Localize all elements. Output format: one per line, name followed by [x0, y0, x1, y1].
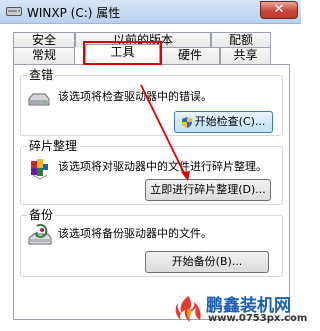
window-icon	[6, 7, 22, 16]
watermark: 鹏鑫装机网 www.0753px.com	[170, 290, 307, 331]
tab-security[interactable]: 安全	[13, 32, 75, 47]
tab-label: 共享	[233, 48, 258, 62]
shield-icon	[181, 116, 192, 128]
tools-panel: 查错 该选项将检查驱动器中的错误。 开始检查(C)... 碎片整理 该选项将对驱…	[13, 64, 290, 320]
start-backup-button[interactable]: 开始备份(B)...	[145, 251, 269, 273]
close-button[interactable]: ✕	[260, 1, 298, 19]
start-backup-label: 开始备份(B)...	[171, 255, 243, 268]
drive-icon	[28, 93, 50, 106]
tab-hardware[interactable]: 硬件	[160, 47, 220, 64]
close-icon: ✕	[273, 2, 285, 17]
tab-label: 常规	[31, 48, 56, 62]
highlight-box	[83, 41, 162, 65]
watermark-logo	[175, 296, 201, 322]
tab-label: 安全	[31, 33, 56, 47]
window-title: WINXP (C:) 属性	[27, 6, 121, 20]
defrag-description: 该选项将对驱动器中的文件进行碎片整理。	[58, 160, 267, 173]
tab-sharing[interactable]: 共享	[220, 47, 271, 64]
title-bar: WINXP (C:) 属性 ✕	[0, 0, 301, 24]
tab-general[interactable]: 常规	[13, 47, 75, 64]
tab-quota[interactable]: 配额	[211, 32, 271, 47]
start-check-label: 开始检查(C)...	[194, 115, 266, 128]
defrag-now-button[interactable]: 立即进行碎片整理(D)...	[145, 179, 271, 201]
error-check-description: 该选项将检查驱动器中的错误。	[58, 90, 212, 103]
backup-description: 该选项将备份驱动器中的文件。	[58, 227, 212, 240]
tab-label: 配额	[228, 33, 253, 47]
error-check-heading: 查错	[27, 68, 56, 82]
defrag-icon	[31, 159, 48, 180]
defrag-now-label: 立即进行碎片整理(D)...	[150, 183, 266, 196]
tab-label: 硬件	[177, 48, 202, 62]
watermark-url: www.0753px.com	[208, 313, 308, 324]
backup-icon	[28, 224, 52, 245]
defrag-heading: 碎片整理	[27, 139, 80, 153]
backup-heading: 备份	[27, 208, 56, 222]
start-check-button[interactable]: 开始检查(C)...	[174, 111, 273, 133]
